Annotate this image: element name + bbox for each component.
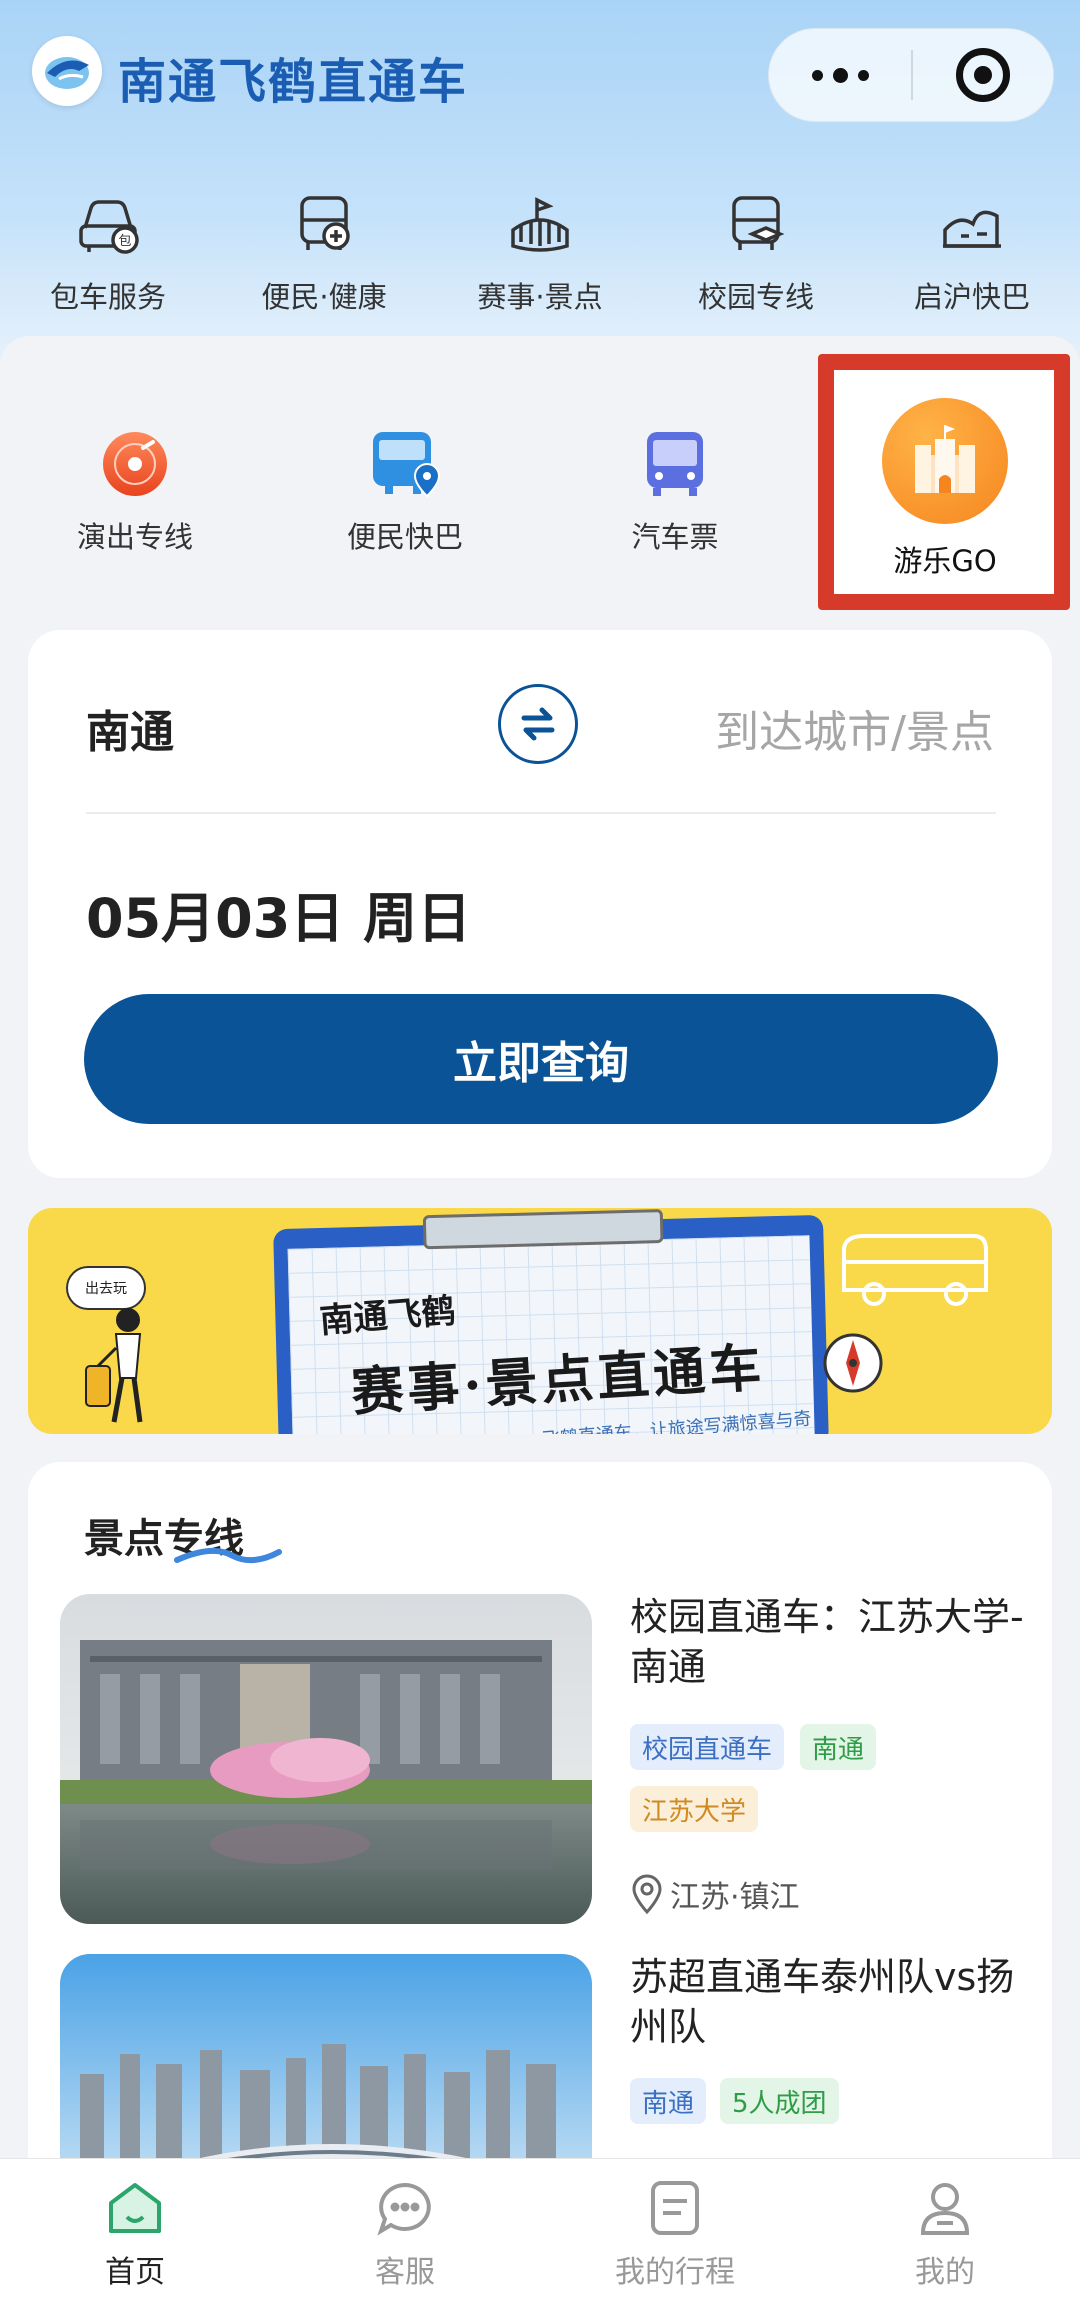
category-events[interactable]: 赛事·景点 <box>432 190 648 320</box>
tab-label: 首页 <box>105 2255 165 2290</box>
category-charter[interactable]: 包 包车服务 <box>0 190 216 320</box>
more-menu-button[interactable] <box>769 28 911 122</box>
tab-label: 我的 <box>915 2255 975 2290</box>
category-label: 便民·健康 <box>261 280 387 314</box>
feature-quick-bus[interactable]: 便民快巴 <box>270 428 540 556</box>
tab-home[interactable]: 首页 <box>0 2159 270 2302</box>
clipboard-graphic: 南通飞鹤 赛事·景点直通车 飞鹤直通车，让旅途写满惊喜与奇遇 <box>273 1209 829 1434</box>
category-label: 包车服务 <box>49 280 166 314</box>
feature-nav: 演出专线 便民快巴 汽车票 游乐GO <box>0 398 1080 600</box>
compass-icon <box>823 1333 883 1393</box>
tab-profile[interactable]: 我的 <box>810 2159 1080 2302</box>
search-card: 南通 到达城市/景点 05月03日 周日 立即查询 <box>28 630 1052 1178</box>
landmark-icon <box>936 190 1008 262</box>
app-title: 南通飞鹤直通车 <box>118 54 469 110</box>
bottom-tab-bar: 首页 客服 我的行程 我的 <box>0 2158 1080 2302</box>
category-campus[interactable]: 校园专线 <box>648 190 864 320</box>
stadium-icon <box>504 190 576 262</box>
tag: 南通 <box>800 1724 877 1770</box>
mini-program-capsule <box>768 28 1054 122</box>
tag: 南通 <box>630 2078 707 2124</box>
feature-label: 便民快巴 <box>346 520 463 554</box>
attraction-location: 江苏·镇江 <box>630 1872 800 1916</box>
banner-title: 赛事·景点直通车 <box>349 1337 767 1424</box>
tab-label: 客服 <box>375 2255 435 2290</box>
target-close-icon <box>955 48 1010 102</box>
promo-banner[interactable]: 出去玩 南通飞鹤 赛事·景点直通车 飞鹤直通车，让旅途写满惊喜与奇遇 <box>28 1208 1052 1434</box>
location-pin-icon <box>632 1874 662 1914</box>
tag: 校园直通车 <box>630 1724 785 1770</box>
vinyl-record-icon <box>103 432 167 496</box>
category-label: 赛事·景点 <box>477 280 603 314</box>
category-label: 启沪快巴 <box>913 280 1030 314</box>
bus-doodle-icon <box>842 1234 988 1306</box>
feature-label: 演出专线 <box>76 520 193 554</box>
bus-location-icon <box>373 432 441 498</box>
home-icon <box>109 2183 161 2233</box>
swap-arrows-icon <box>521 707 555 741</box>
tab-my-trips[interactable]: 我的行程 <box>540 2159 810 2302</box>
attraction-image[interactable] <box>60 1594 592 1924</box>
location-text: 江苏·镇江 <box>670 1880 800 1915</box>
bus-ticket-icon <box>647 432 703 496</box>
attraction-image[interactable] <box>60 1954 592 2174</box>
app-logo <box>32 36 102 106</box>
feature-bus-ticket[interactable]: 汽车票 <box>540 428 810 556</box>
close-mini-program-button[interactable] <box>913 28 1053 122</box>
more-dots-icon <box>811 69 823 81</box>
banner-brand: 南通飞鹤 <box>318 1290 457 1342</box>
swap-cities-button[interactable] <box>498 684 578 764</box>
category-label: 校园专线 <box>697 280 814 314</box>
divider <box>86 812 996 814</box>
date-selector[interactable]: 05月03日 周日 <box>86 874 471 953</box>
category-qihu[interactable]: 启沪快巴 <box>864 190 1080 320</box>
destination-input[interactable]: 到达城市/景点 <box>715 696 994 760</box>
feature-youle-go[interactable]: 游乐GO <box>810 398 1080 580</box>
search-button[interactable]: 立即查询 <box>84 994 998 1124</box>
svg-text:包: 包 <box>118 234 131 249</box>
castle-icon <box>882 398 1008 524</box>
profile-icon <box>920 2183 970 2235</box>
departure-city[interactable]: 南通 <box>86 696 174 760</box>
chat-icon <box>377 2182 431 2236</box>
health-bus-icon <box>288 190 360 262</box>
tab-label: 我的行程 <box>615 2255 735 2290</box>
feature-label: 游乐GO <box>893 544 997 578</box>
category-health[interactable]: 便民·健康 <box>216 190 432 320</box>
category-nav: 包 包车服务 便民·健康 赛事·景点 校园专线 启沪快巴 <box>0 190 1080 320</box>
tag: 江苏大学 <box>630 1786 759 1832</box>
campus-bus-icon <box>720 190 792 262</box>
itinerary-icon <box>651 2181 699 2235</box>
attraction-title[interactable]: 校园直通车：江苏大学-南通 <box>630 1592 1030 1692</box>
traveler-illustration <box>85 1308 143 1423</box>
feature-show-line[interactable]: 演出专线 <box>0 428 270 556</box>
tab-customer-service[interactable]: 客服 <box>270 2159 540 2302</box>
tag: 5人成团 <box>720 2078 839 2124</box>
feature-label: 汽车票 <box>631 520 719 554</box>
title-underline <box>174 1547 282 1564</box>
attraction-title[interactable]: 苏超直通车泰州队vs扬州队 <box>630 1952 1030 2052</box>
attraction-list-section: 景点专线 校园直通车：江苏大学-南通 校园直通车 南通 江苏大学 江苏·镇江 苏… <box>28 1462 1052 2222</box>
car-icon: 包 <box>72 190 144 262</box>
